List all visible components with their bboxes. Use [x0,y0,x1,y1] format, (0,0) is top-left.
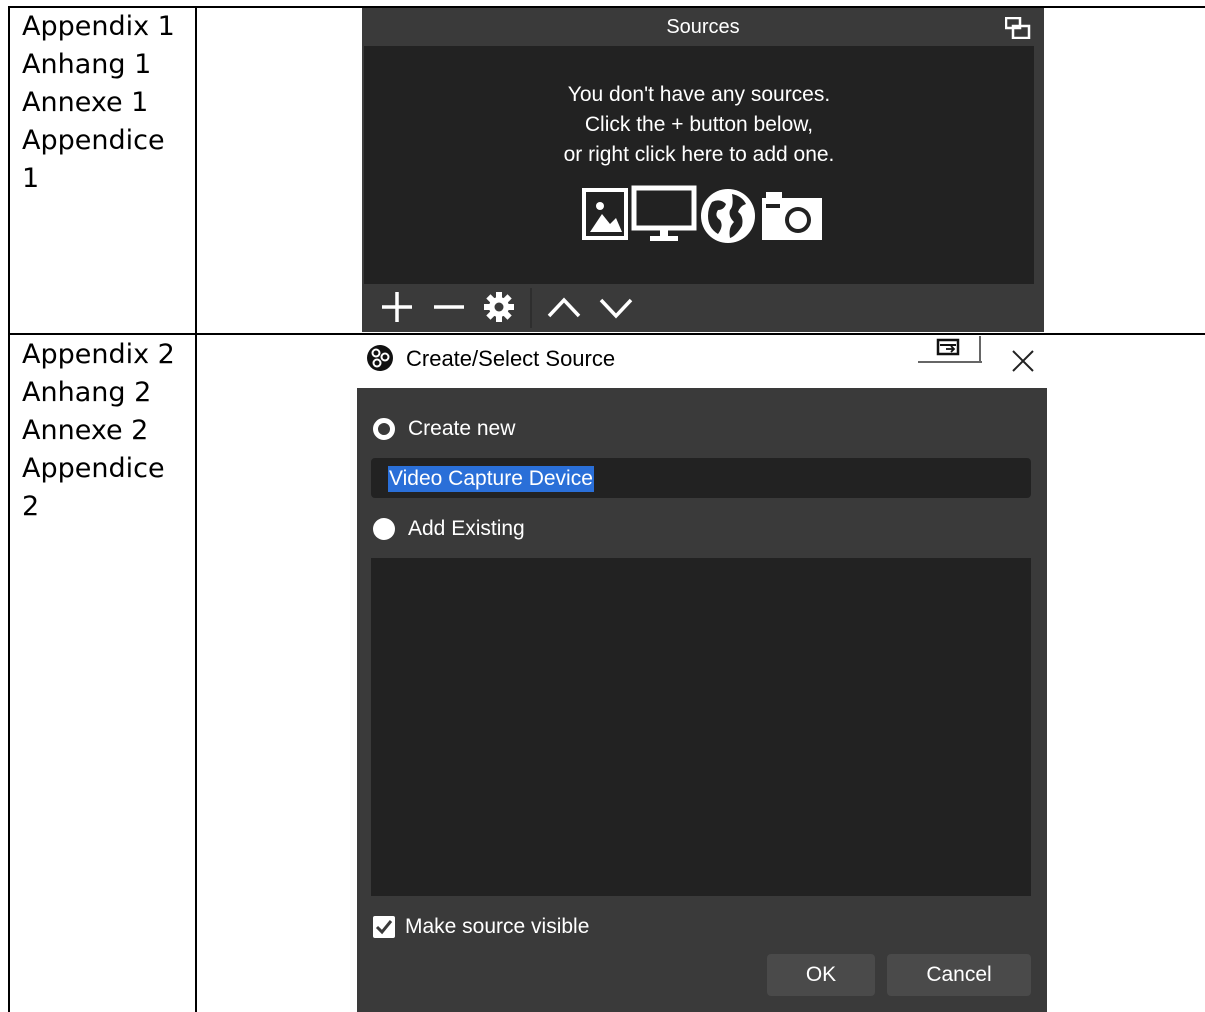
settings-icon[interactable] [482,290,516,324]
cancel-button[interactable]: Cancel [887,954,1031,996]
camera-icon [762,192,822,240]
create-select-source-dialog: Create new Video Capture Device Add Exis… [357,388,1047,1012]
toolbar-separator [530,288,532,328]
source-type-icons [582,185,822,243]
table-column-divider [195,6,197,1012]
sources-list[interactable]: You don't have any sources. Click the + … [364,46,1034,284]
add-icon[interactable] [380,290,414,324]
existing-sources-list[interactable] [371,558,1031,896]
table-row-divider [8,333,1205,335]
ok-button[interactable]: OK [767,954,875,996]
appendix-1-label: Appendix 1 Anhang 1 Annexe 1 Appendice 1 [22,11,175,194]
display-icon [631,185,697,241]
snap-window-icon[interactable] [916,334,984,364]
appendix-2-label: Appendix 2 Anhang 2 Annexe 2 Appendice 2 [22,339,175,522]
source-name-input[interactable]: Video Capture Device [371,458,1031,498]
create-new-label: Create new [408,417,516,440]
remove-icon[interactable] [432,290,466,324]
sources-title: Sources [666,16,740,38]
add-existing-radio[interactable] [373,518,395,540]
undock-icon[interactable] [1005,17,1031,39]
make-visible-label: Make source visible [405,915,590,938]
image-icon [582,188,628,240]
source-name-value: Video Capture Device [388,466,594,492]
empty-sources-message: You don't have any sources. Click the + … [563,83,835,166]
add-existing-label: Add Existing [408,517,525,540]
table-left-border [8,6,10,1012]
dialog-title: Create/Select Source [406,346,616,371]
move-up-icon[interactable] [546,290,582,324]
make-visible-checkbox[interactable] [373,916,395,938]
move-down-icon[interactable] [598,290,634,324]
dialog-titlebar: Create/Select Source [360,336,1045,388]
obs-logo-icon [367,345,393,371]
sources-panel: Sources You don't have any sources. Clic… [362,8,1044,332]
create-new-radio[interactable] [373,418,395,440]
close-icon[interactable] [1010,348,1036,374]
sources-toolbar [364,284,1034,332]
globe-icon [701,189,755,243]
